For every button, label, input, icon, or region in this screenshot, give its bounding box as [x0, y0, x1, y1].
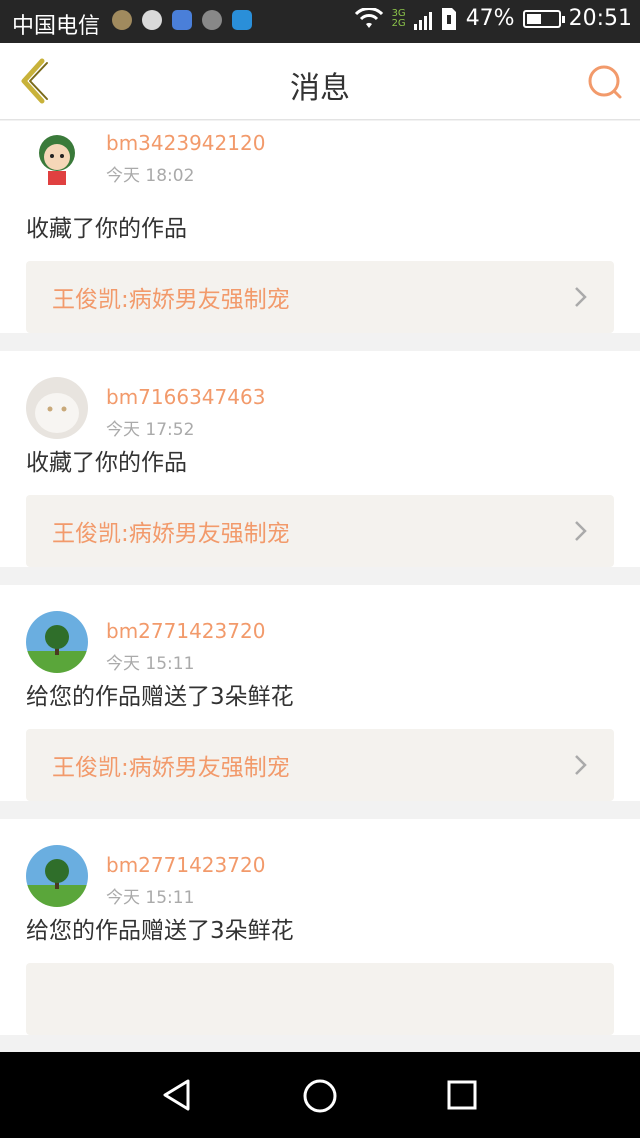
message-time: 今天 18:02 [106, 166, 195, 186]
sender-username[interactable]: bm2771423720 [106, 619, 265, 643]
work-link[interactable]: 王俊凯:病娇男友强制宠 [26, 729, 614, 801]
work-link[interactable]: 王俊凯:病娇男友强制宠 [26, 495, 614, 567]
system-navigation-bar [0, 1052, 640, 1138]
message-time: 今天 17:52 [106, 420, 195, 440]
message-card: bm3423942120 今天 18:02 收藏了你的作品 王俊凯:病娇男友强制… [0, 121, 640, 333]
message-time: 今天 15:11 [106, 654, 195, 674]
cloud-app-icon [172, 10, 192, 30]
page-title: 消息 [290, 71, 350, 106]
message-card: bm2771423720 今天 15:11 给您的作品赠送了3朵鲜花 [0, 819, 640, 1035]
white-cat-avatar[interactable] [26, 377, 88, 439]
chevron-right-icon [575, 755, 587, 775]
back-triangle-icon[interactable] [160, 1078, 194, 1112]
message-list[interactable]: bm3423942120 今天 18:02 收藏了你的作品 王俊凯:病娇男友强制… [0, 121, 640, 1053]
signal-strength-icon [413, 8, 432, 30]
carrier-name: 中国电信 [12, 14, 101, 39]
work-title: 王俊凯:病娇男友强制宠 [52, 287, 290, 313]
sender-username[interactable]: bm3423942120 [106, 131, 265, 155]
top-app-bar: 消息 [0, 43, 640, 120]
message-action-text: 给您的作品赠送了3朵鲜花 [26, 918, 294, 944]
chevron-right-icon [575, 287, 587, 307]
status-bar: 中国电信 3G 2G 47% 20:51 [0, 0, 640, 43]
network-type: 3G 2G [391, 7, 406, 29]
recent-apps-square-icon[interactable] [446, 1079, 478, 1111]
sim-card-icon [441, 7, 456, 30]
wifi-icon [354, 7, 383, 28]
message-action-text: 给您的作品赠送了3朵鲜花 [26, 684, 294, 710]
work-title: 王俊凯:病娇男友强制宠 [52, 755, 290, 781]
message-card: bm2771423720 今天 15:11 给您的作品赠送了3朵鲜花 王俊凯:病… [0, 585, 640, 801]
work-link[interactable]: 王俊凯:病娇男友强制宠 [26, 261, 614, 333]
tree-landscape-avatar[interactable] [26, 845, 88, 907]
sender-username[interactable]: bm2771423720 [106, 853, 265, 877]
message-card: bm7166347463 今天 17:52 收藏了你的作品 王俊凯:病娇男友强制… [0, 351, 640, 567]
app-notification-icon [202, 10, 222, 30]
work-title: 王俊凯:病娇男友强制宠 [52, 521, 290, 547]
clock: 20:51 [568, 6, 632, 31]
home-circle-icon[interactable] [302, 1078, 338, 1114]
work-link[interactable] [26, 963, 614, 1035]
app-notification-icon [142, 10, 162, 30]
message-time: 今天 15:11 [106, 888, 195, 908]
cartoon-girl-avatar[interactable] [26, 127, 88, 189]
app-notification-icon [112, 10, 132, 30]
sender-username[interactable]: bm7166347463 [106, 385, 265, 409]
search-icon[interactable] [586, 63, 624, 101]
message-action-text: 收藏了你的作品 [26, 450, 187, 476]
message-action-text: 收藏了你的作品 [26, 216, 187, 242]
battery-icon [522, 9, 565, 28]
notification-icons [112, 10, 252, 30]
app-notification-icon [232, 10, 252, 30]
battery-percent: 47% [465, 6, 515, 31]
chevron-right-icon [575, 521, 587, 541]
tree-landscape-avatar[interactable] [26, 611, 88, 673]
